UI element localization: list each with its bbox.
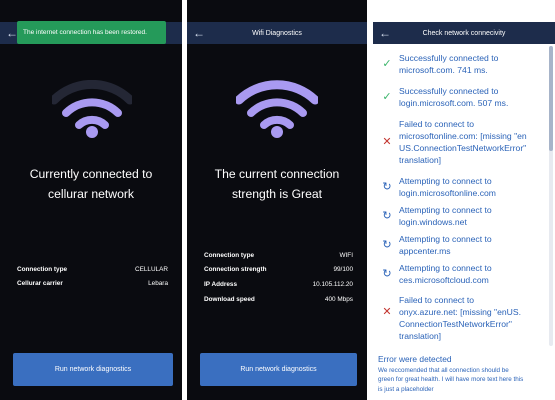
cross-icon: ✕ — [382, 306, 392, 318]
detail-row: IP Address 10.105.112.20 — [204, 280, 353, 288]
detail-row: Cellurar carrier Lebara — [17, 280, 168, 288]
error-description: We reccomended that all connection shoul… — [378, 367, 524, 393]
cross-icon: ✕ — [382, 136, 392, 148]
run-network-diagnostics-button[interactable]: Run network diagnostics — [200, 353, 357, 386]
run-network-diagnostics-button[interactable]: Run network diagnostics — [13, 353, 173, 386]
back-arrow-icon[interactable]: ← — [192, 26, 206, 40]
screen-title: Check network connecivity — [422, 29, 506, 37]
wifi-icon — [236, 80, 318, 138]
wifi-diagnostics-screen: ← Wifi Diagnostics The current connectio… — [187, 0, 367, 400]
list-item: ✕ Failed to connect to onyx.azure.net: [… — [382, 295, 521, 341]
back-arrow-icon[interactable]: ← — [378, 26, 392, 40]
wifi-icon — [52, 80, 132, 138]
check-icon: ✓ — [382, 91, 392, 103]
top-bar: ← Check network connecivity — [373, 22, 555, 44]
list-item: ↻ Attempting to connect to login.microso… — [382, 176, 496, 198]
connection-restored-toast: The internet connection has been restore… — [17, 21, 166, 44]
connection-details: Connection type CELLULAR Cellurar carrie… — [17, 262, 168, 291]
refresh-icon: ↻ — [382, 181, 392, 193]
cellular-screen: ← The internet connection has been resto… — [0, 0, 182, 400]
error-title: Error were detected — [378, 354, 452, 364]
list-item: ↻ Attempting to connect to login.windows… — [382, 205, 492, 227]
connection-headline: The current connection strength is Great — [214, 167, 340, 201]
list-item: ↻ Attempting to connect to ces.microsoft… — [382, 263, 492, 285]
list-item: ✓ Successfully connected to microsoft.co… — [382, 53, 499, 75]
detail-row: Connection type CELLULAR — [17, 265, 168, 273]
connectivity-check-list: ✓ Successfully connected to microsoft.co… — [373, 47, 547, 344]
refresh-icon: ↻ — [382, 239, 392, 251]
detail-row: Download speed 400 Mbps — [204, 295, 353, 303]
list-item: ✕ Failed to connect to microsoftonline.c… — [382, 119, 527, 165]
scrollbar-thumb[interactable] — [549, 46, 553, 151]
detail-row: Connection strength 99/100 — [204, 266, 353, 274]
top-bar: ← Wifi Diagnostics — [187, 22, 367, 44]
scrollbar[interactable] — [549, 46, 553, 346]
connection-details: Connection type WIFI Connection strength… — [204, 248, 353, 306]
refresh-icon: ↻ — [382, 268, 392, 280]
screen-title: Wifi Diagnostics — [252, 29, 302, 37]
list-item: ✓ Successfully connected to login.micros… — [382, 86, 509, 108]
detail-row: Connection type WIFI — [204, 251, 353, 259]
list-item: ↻ Attempting to connect to appcenter.ms — [382, 234, 492, 256]
network-connectivity-screen: ← Check network connecivity ✓ Successful… — [373, 0, 555, 400]
check-icon: ✓ — [382, 58, 392, 70]
connection-headline: Currently connected to cellurar network — [29, 167, 153, 201]
refresh-icon: ↻ — [382, 210, 392, 222]
